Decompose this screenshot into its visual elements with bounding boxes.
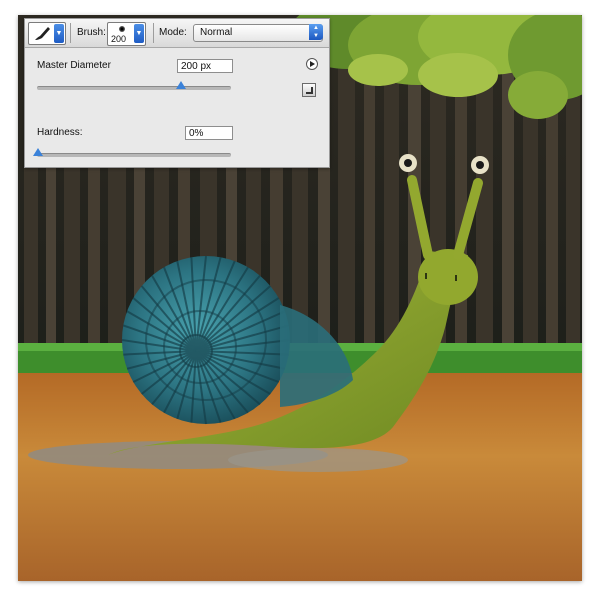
tool-preset-picker[interactable]: ▼: [28, 22, 66, 45]
master-diameter-slider-thumb[interactable]: [175, 81, 186, 89]
brush-dropdown-button[interactable]: ▼: [134, 24, 144, 43]
brush-size-value: 200: [111, 34, 127, 44]
master-diameter-input[interactable]: 200 px: [177, 59, 233, 73]
hardness-slider-thumb[interactable]: [33, 148, 43, 156]
mode-select-value: Normal: [200, 27, 233, 38]
brush-icon: [35, 27, 50, 40]
brush-picker[interactable]: 200 ▼: [107, 22, 146, 46]
hardness-label: Hardness:: [37, 127, 83, 138]
brush-tip-preview: [119, 26, 125, 32]
master-diameter-label: Master Diameter: [37, 60, 111, 71]
hardness-slider-track[interactable]: [37, 153, 231, 157]
mode-label: Mode:: [159, 27, 187, 38]
toolbar-divider: [70, 23, 71, 43]
hardness-input[interactable]: 0%: [185, 126, 233, 140]
mode-select[interactable]: Normal ▲ ▼: [193, 24, 323, 42]
tool-preset-dropdown-button[interactable]: ▼: [54, 24, 64, 43]
brush-options-palette: ▼ Brush: 200 ▼ Mode: Normal ▲ ▼ Master Di…: [24, 18, 330, 168]
brush-label: Brush:: [77, 27, 106, 38]
flyout-menu-icon[interactable]: [306, 58, 318, 70]
toolbar-divider: [153, 23, 154, 43]
new-preset-icon[interactable]: [302, 83, 316, 97]
master-diameter-slider-track[interactable]: [37, 86, 231, 90]
chevron-up-down-icon: ▲ ▼: [309, 24, 323, 40]
options-bar: ▼ Brush: 200 ▼ Mode: Normal ▲ ▼: [25, 19, 329, 48]
